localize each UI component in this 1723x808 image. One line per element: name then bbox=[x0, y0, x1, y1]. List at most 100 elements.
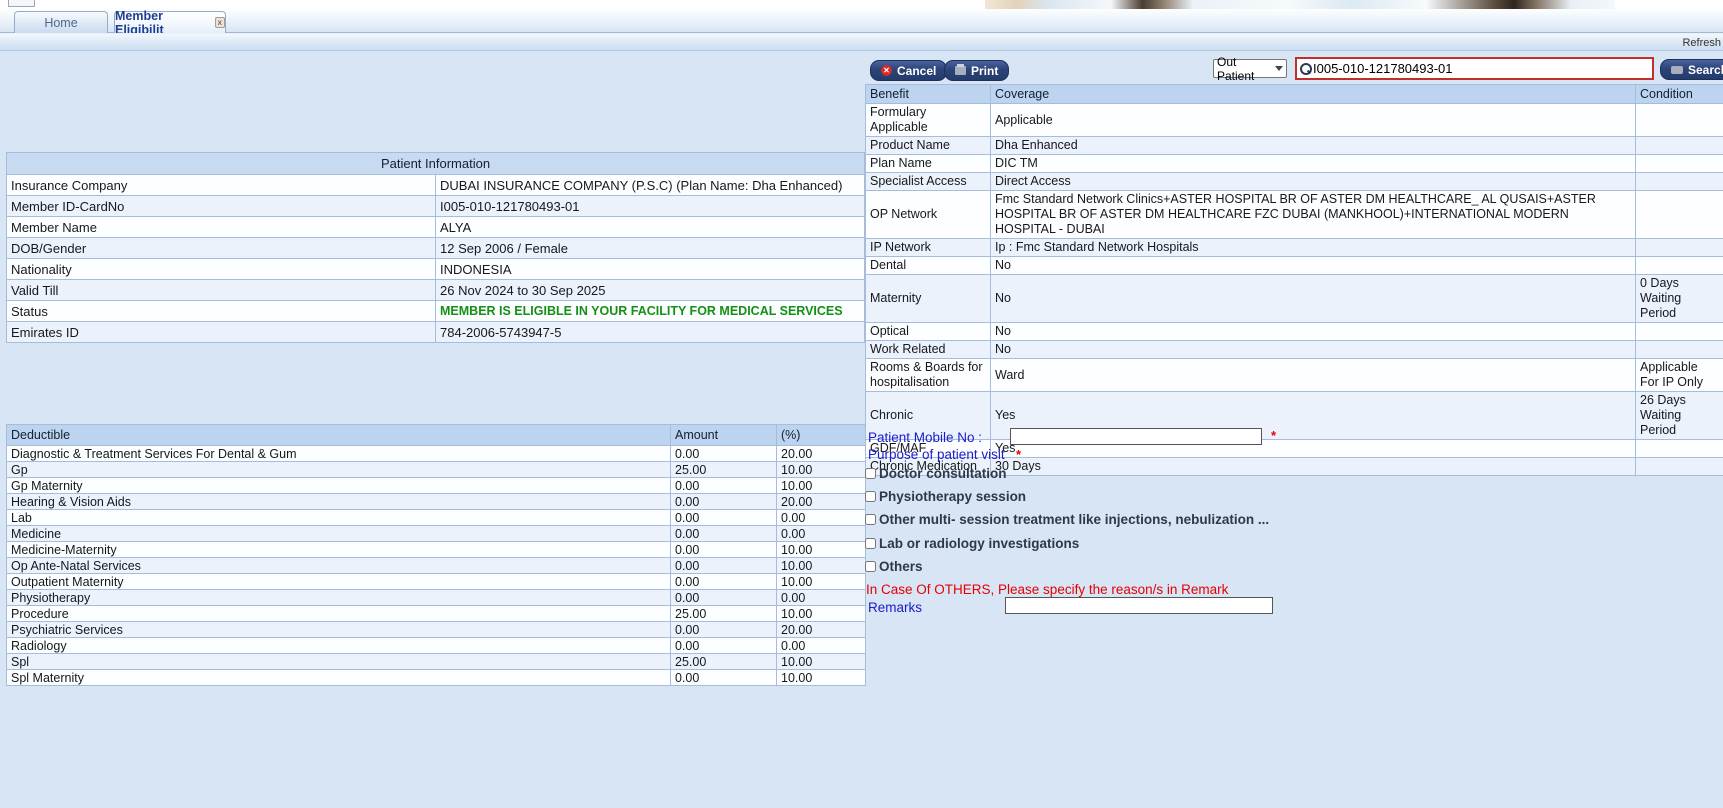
deductible-header-percent: (%) bbox=[776, 424, 866, 446]
member-eligibility-page: Home Member Eligibilit x Refresh Patient… bbox=[0, 0, 1723, 808]
deductible-percent: 20.00 bbox=[776, 493, 866, 510]
search-button-label: Search bbox=[1688, 62, 1723, 77]
deductible-row: Outpatient Maternity 0.00 10.00 bbox=[6, 573, 866, 590]
option-others: Others bbox=[865, 559, 923, 574]
patient-info-row: Emirates ID 784-2006-5743947-5 bbox=[6, 321, 865, 343]
option-lab-radiology: Lab or radiology investigations bbox=[865, 536, 1079, 551]
deductible-row: Hearing & Vision Aids 0.00 20.00 bbox=[6, 493, 866, 510]
benefit-row: IP Network Ip : Fmc Standard Network Hosp… bbox=[865, 238, 1723, 257]
deductible-name: Outpatient Maternity bbox=[6, 573, 671, 590]
benefit-row: OP Network Fmc Standard Network Clinics+A… bbox=[865, 190, 1723, 239]
benefit-row: Rooms & Boards for hospitalisation Ward Ap… bbox=[865, 358, 1723, 392]
patient-info-row: Member Name ALYA bbox=[6, 216, 865, 238]
member-search-input[interactable] bbox=[1313, 61, 1649, 76]
deductible-row: Spl Maternity 0.00 10.00 bbox=[6, 669, 866, 686]
benefit-condition bbox=[1635, 136, 1723, 155]
deductible-amount: 0.00 bbox=[670, 477, 777, 494]
patient-information-body: Insurance Company DUBAI INSURANCE COMPANY… bbox=[6, 174, 865, 343]
patient-info-row: Status MEMBER IS ELIGIBLE IN YOUR FACILIT… bbox=[6, 300, 865, 322]
tab-close-icon[interactable]: x bbox=[214, 17, 225, 28]
benefit-condition bbox=[1635, 238, 1723, 257]
benefit-row: Optical No bbox=[865, 322, 1723, 341]
benefit-coverage: No bbox=[990, 340, 1636, 359]
patient-info-label: Emirates ID bbox=[6, 321, 436, 343]
patient-mobile-label: Patient Mobile No : bbox=[868, 430, 983, 445]
physiotherapy-session-checkbox[interactable] bbox=[865, 491, 876, 502]
deductible-table: Deductible Amount (%) Diagnostic & Treat… bbox=[6, 424, 866, 686]
benefit-coverage: Applicable bbox=[990, 103, 1636, 137]
patient-info-value: 784-2006-5743947-5 bbox=[435, 321, 865, 343]
patient-info-row: Insurance Company DUBAI INSURANCE COMPANY… bbox=[6, 174, 865, 196]
others-label: Others bbox=[879, 559, 923, 574]
tab-bar: Home Member Eligibilit x bbox=[0, 9, 1723, 37]
member-search-box bbox=[1295, 57, 1654, 80]
others-instruction-note: In Case Of OTHERS, Please specify the re… bbox=[866, 582, 1229, 597]
patient-info-row: DOB/Gender 12 Sep 2006 / Female bbox=[6, 237, 865, 259]
deductible-percent: 10.00 bbox=[776, 653, 866, 670]
deductible-percent: 20.00 bbox=[776, 621, 866, 638]
benefit-coverage: Ip : Fmc Standard Network Hospitals bbox=[990, 238, 1636, 257]
deductible-percent: 10.00 bbox=[776, 461, 866, 478]
deductible-row: Procedure 25.00 10.00 bbox=[6, 605, 866, 622]
patient-info-label: Valid Till bbox=[6, 279, 436, 301]
deductible-percent: 10.00 bbox=[776, 557, 866, 574]
benefit-row: Dental No bbox=[865, 256, 1723, 275]
refresh-link[interactable]: Refresh bbox=[1682, 37, 1721, 49]
visit-type-value: Out Patient bbox=[1217, 54, 1255, 83]
tab-home[interactable]: Home bbox=[14, 11, 108, 33]
cancel-icon: ✕ bbox=[881, 65, 892, 76]
lab-radiology-label: Lab or radiology investigations bbox=[879, 536, 1080, 551]
benefit-row: Chronic Yes 26 Days Waiting Period bbox=[865, 391, 1723, 440]
benefit-name: Maternity bbox=[865, 274, 991, 323]
cancel-button[interactable]: ✕ Cancel bbox=[870, 60, 948, 81]
deductible-amount: 25.00 bbox=[670, 653, 777, 670]
patient-info-row: Valid Till 26 Nov 2024 to 30 Sep 2025 bbox=[6, 279, 865, 301]
benefit-coverage: No bbox=[990, 322, 1636, 341]
deductible-name: Medicine bbox=[6, 525, 671, 542]
physiotherapy-session-label: Physiotherapy session bbox=[879, 489, 1027, 504]
tab-member-eligibility[interactable]: Member Eligibilit x bbox=[114, 9, 226, 37]
benefit-coverage: 30 Days bbox=[990, 457, 1636, 476]
benefit-row: Maternity No 0 Days Waiting Period bbox=[865, 274, 1723, 323]
visit-type-select[interactable]: Out Patient bbox=[1213, 55, 1287, 83]
deductible-percent: 10.00 bbox=[776, 573, 866, 590]
deductible-name: Physiotherapy bbox=[6, 589, 671, 606]
benefit-coverage: DIC TM bbox=[990, 154, 1636, 173]
deductible-name: Procedure bbox=[6, 605, 671, 622]
deductible-name: Gp bbox=[6, 461, 671, 478]
purpose-of-visit-label: Purpose of patient visit bbox=[868, 447, 1005, 462]
remarks-input[interactable] bbox=[1005, 597, 1273, 614]
deductible-name: Hearing & Vision Aids bbox=[6, 493, 671, 510]
deductible-name: Psychiatric Services bbox=[6, 621, 671, 638]
benefit-name: Rooms & Boards for hospitalisation bbox=[865, 358, 991, 392]
deductible-row: Op Ante-Natal Services 0.00 10.00 bbox=[6, 557, 866, 574]
patient-mobile-input[interactable] bbox=[1010, 428, 1262, 445]
patient-information-title: Patient Information bbox=[6, 152, 865, 175]
deductible-amount: 0.00 bbox=[670, 525, 777, 542]
deductible-row: Physiotherapy 0.00 0.00 bbox=[6, 589, 866, 606]
patient-info-value: 12 Sep 2006 / Female bbox=[435, 237, 865, 259]
other-multi-session-checkbox[interactable] bbox=[865, 514, 876, 525]
benefit-condition bbox=[1635, 340, 1723, 359]
deductible-row: Gp Maternity 0.00 10.00 bbox=[6, 477, 866, 494]
doctor-consultation-checkbox[interactable] bbox=[865, 468, 876, 479]
print-button[interactable]: Print bbox=[944, 60, 1010, 81]
other-multi-session-label: Other multi- session treatment like inje… bbox=[879, 512, 1270, 527]
others-checkbox[interactable] bbox=[865, 561, 876, 572]
deductible-name: Diagnostic & Treatment Services For Dent… bbox=[6, 445, 671, 462]
deductible-amount: 0.00 bbox=[670, 509, 777, 526]
chevron-down-icon bbox=[1275, 66, 1283, 71]
deductible-row: Psychiatric Services 0.00 20.00 bbox=[6, 621, 866, 638]
deductible-row: Medicine-Maternity 0.00 10.00 bbox=[6, 541, 866, 558]
corner-fragment bbox=[8, 0, 35, 7]
patient-info-value: ALYA bbox=[435, 216, 865, 238]
tab-home-label: Home bbox=[44, 15, 78, 30]
patient-info-row: Member ID-CardNo I005-010-121780493-01 bbox=[6, 195, 865, 217]
patient-information-table: Patient Information Insurance Company DUB… bbox=[6, 152, 865, 343]
benefit-name: Specialist Access bbox=[865, 172, 991, 191]
patient-info-label: Nationality bbox=[6, 258, 436, 280]
search-button[interactable]: Search bbox=[1660, 59, 1723, 80]
lab-radiology-checkbox[interactable] bbox=[865, 538, 876, 549]
deductible-name: Lab bbox=[6, 509, 671, 526]
benefit-coverage-table: Benefit Coverage Condition Formulary App… bbox=[865, 84, 1723, 476]
